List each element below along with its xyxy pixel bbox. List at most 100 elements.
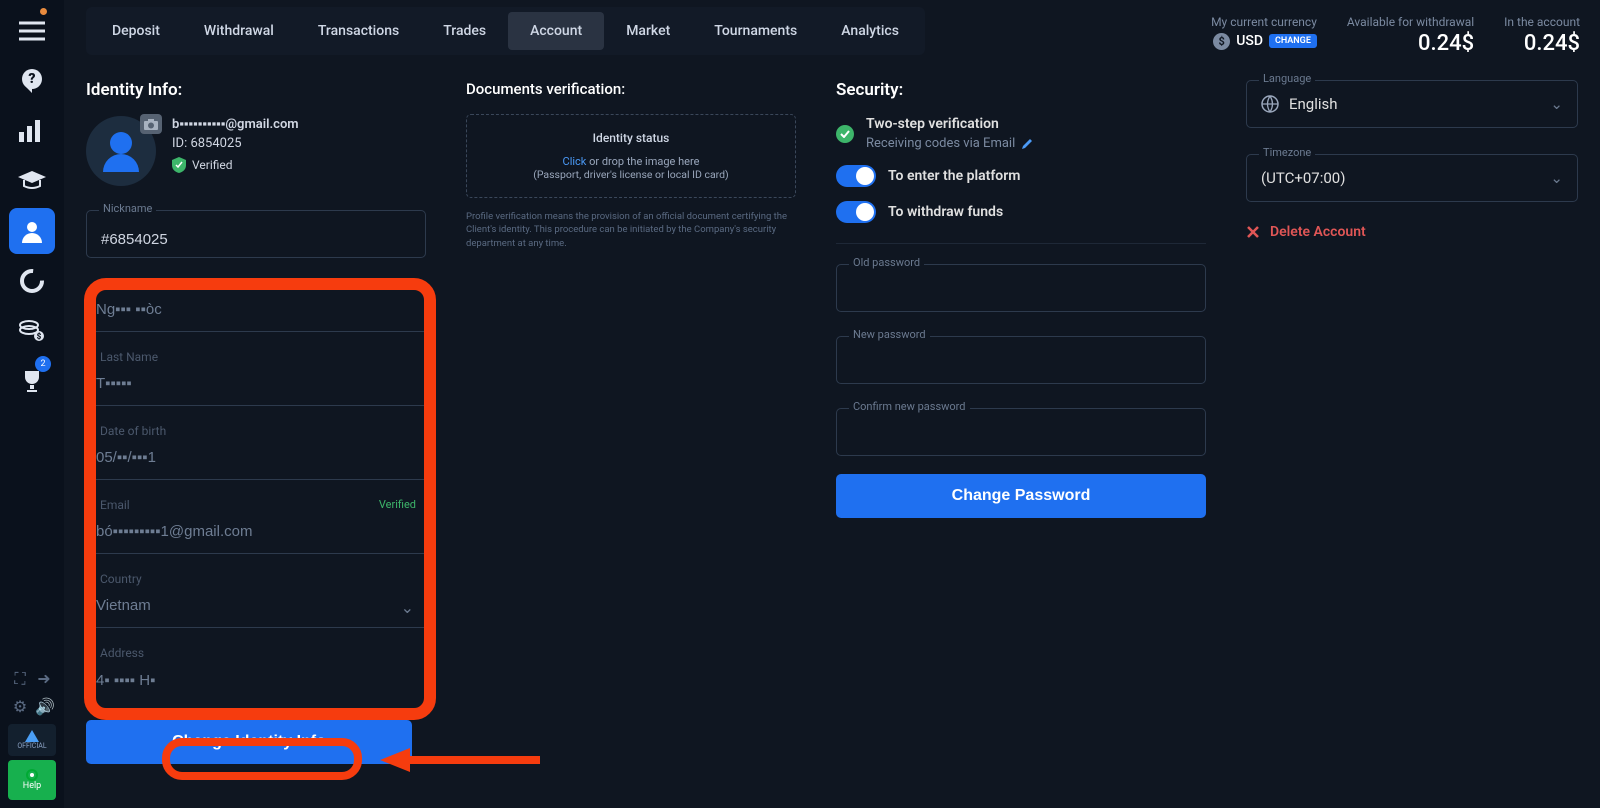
account-icon[interactable] [9, 208, 55, 254]
profile-info: b▪▪▪▪▪▪▪▪▪▪@gmail.com ID: 6854025 Verifi… [172, 116, 299, 173]
security-title: Security: [836, 80, 1206, 100]
nickname-input[interactable] [87, 211, 425, 257]
globe-icon [1261, 95, 1279, 113]
last-name-label: Last Name [96, 350, 162, 364]
main-area: Deposit Withdrawal Transactions Trades A… [64, 0, 1600, 808]
email-field[interactable]: Email Verified [86, 492, 426, 554]
upload-click-link[interactable]: Click [563, 155, 587, 168]
toggle-platform-row: To enter the platform [836, 165, 1206, 187]
tab-market[interactable]: Market [604, 12, 692, 50]
country-label: Country [96, 572, 146, 586]
ring-icon[interactable] [9, 258, 55, 304]
fullscreen-icon[interactable]: ⛶ [11, 669, 29, 689]
prefs-column: Language English ⌄ Timezone (UTC+07:00) … [1206, 80, 1578, 790]
chevron-down-icon: ⌄ [1550, 169, 1563, 187]
confirm-password-label: Confirm new password [849, 400, 970, 413]
nickname-label: Nickname [99, 202, 156, 215]
tab-analytics[interactable]: Analytics [819, 12, 921, 50]
top-bar: Deposit Withdrawal Transactions Trades A… [64, 0, 1600, 62]
gear-icon[interactable]: ⚙ [11, 697, 29, 716]
country-field[interactable]: Country ⌄ [86, 566, 426, 628]
edit-pencil-icon[interactable] [1021, 138, 1033, 150]
toggle-withdraw[interactable] [836, 201, 876, 223]
language-label: Language [1259, 72, 1315, 85]
coins-icon[interactable]: $ [9, 308, 55, 354]
delete-account-label: Delete Account [1270, 224, 1366, 240]
menu-icon[interactable] [9, 8, 55, 54]
email-input[interactable] [86, 492, 426, 553]
education-icon[interactable] [9, 158, 55, 204]
tab-account[interactable]: Account [508, 12, 604, 50]
tab-transactions[interactable]: Transactions [296, 12, 421, 50]
svg-text:?: ? [28, 71, 35, 87]
profile-id: ID: 6854025 [172, 136, 299, 151]
nickname-field[interactable]: Nickname [86, 210, 426, 258]
language-select[interactable]: Language English ⌄ [1246, 80, 1578, 128]
withdrawal-value: 0.24$ [1347, 31, 1474, 56]
left-rail: ? $ 2 ⛶ ➜ ⚙ 🔊 OFFICIAL Help [0, 0, 64, 808]
change-identity-button[interactable]: Change Identity Info [86, 720, 412, 764]
dob-field[interactable]: Date of birth [86, 418, 426, 480]
old-password-field[interactable]: Old password [836, 264, 1206, 312]
camera-icon[interactable] [140, 114, 162, 134]
nav-tabs: Deposit Withdrawal Transactions Trades A… [86, 7, 925, 55]
confirm-password-field[interactable]: Confirm new password [836, 408, 1206, 456]
account-balance-block: In the account 0.24$ [1504, 15, 1580, 56]
document-upload-zone[interactable]: Identity status Click or drop the image … [466, 114, 796, 198]
chart-icon[interactable] [9, 108, 55, 154]
tab-trades[interactable]: Trades [421, 12, 508, 50]
security-column: Security: Two-step verification Receivin… [836, 80, 1206, 790]
two-step-sub-text: Receiving codes via Email [866, 136, 1015, 151]
timezone-value: (UTC+07:00) [1261, 169, 1345, 187]
help-button[interactable]: Help [8, 760, 56, 800]
old-password-input[interactable] [837, 265, 1205, 311]
shield-check-icon [172, 157, 186, 173]
trophy-badge-count: 2 [35, 356, 51, 372]
tab-withdrawal[interactable]: Withdrawal [182, 12, 296, 50]
toggle-platform[interactable] [836, 165, 876, 187]
trophy-icon[interactable]: 2 [9, 358, 55, 404]
change-currency-button[interactable]: CHANGE [1269, 34, 1317, 48]
official-button[interactable]: OFFICIAL [8, 724, 56, 756]
timezone-select[interactable]: Timezone (UTC+07:00) ⌄ [1246, 154, 1578, 202]
avatar[interactable] [86, 116, 156, 186]
verified-label: Verified [192, 158, 233, 172]
account-value: 0.24$ [1504, 31, 1580, 56]
toggle-withdraw-label: To withdraw funds [888, 204, 1003, 220]
profile-email: b▪▪▪▪▪▪▪▪▪▪@gmail.com [172, 116, 299, 132]
withdrawal-balance-block: Available for withdrawal 0.24$ [1347, 15, 1474, 56]
identity-column: Identity Info: b▪▪▪▪▪▪▪▪▪▪@gmail.com ID:… [86, 80, 466, 790]
rail-bottom-controls: ⛶ ➜ ⚙ 🔊 OFFICIAL Help [0, 669, 64, 800]
tab-deposit[interactable]: Deposit [90, 12, 182, 50]
first-name-field[interactable]: First Name [86, 270, 426, 332]
documents-fine-print: Profile verification means the provision… [466, 210, 796, 250]
language-value: English [1289, 95, 1338, 113]
sound-icon[interactable]: 🔊 [35, 697, 53, 716]
delete-account-button[interactable]: Delete Account [1246, 224, 1578, 240]
chevron-down-icon: ⌄ [1550, 95, 1563, 113]
tab-tournaments[interactable]: Tournaments [692, 12, 819, 50]
forward-icon[interactable]: ➜ [35, 669, 53, 689]
old-password-label: Old password [849, 256, 924, 269]
upload-line1: Click or drop the image here [477, 155, 785, 168]
upload-line1-rest: or drop the image here [586, 155, 699, 168]
check-circle-icon [836, 125, 854, 143]
currency-label: My current currency [1211, 15, 1317, 29]
change-password-button[interactable]: Change Password [836, 474, 1206, 518]
email-label: Email [96, 498, 134, 512]
address-field[interactable]: Address [86, 640, 426, 702]
currency-symbol-icon: $ [1213, 33, 1230, 50]
help-chat-icon[interactable]: ? [9, 58, 55, 104]
two-step-row: Two-step verification Receiving codes vi… [836, 116, 1206, 151]
currency-code: USD [1236, 33, 1263, 49]
close-icon [1246, 225, 1260, 239]
notification-dot [40, 8, 47, 15]
identity-title: Identity Info: [86, 80, 426, 100]
timezone-label: Timezone [1259, 146, 1315, 159]
confirm-password-input[interactable] [837, 409, 1205, 455]
two-step-sub: Receiving codes via Email [866, 136, 1033, 151]
last-name-field[interactable]: Last Name [86, 344, 426, 406]
new-password-input[interactable] [837, 337, 1205, 383]
new-password-field[interactable]: New password [836, 336, 1206, 384]
currency-block: My current currency $ USD CHANGE [1211, 15, 1317, 50]
